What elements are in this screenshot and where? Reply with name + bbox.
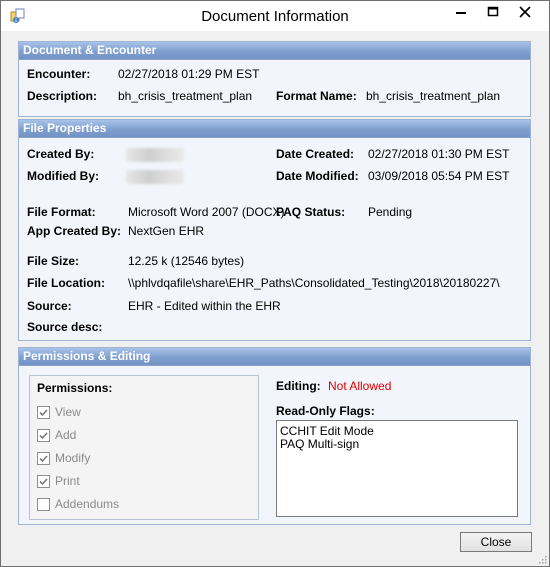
date-created-value: 02/27/2018 01:30 PM EST [368, 147, 510, 161]
description-value: bh_crisis_treatment_plan [118, 89, 253, 103]
file-format-value: Microsoft Word 2007 (DOCX) [128, 205, 285, 219]
editing-label: Editing: [276, 379, 321, 393]
permissions-panel: Permissions: View Add Modify Print Adden… [29, 375, 259, 520]
description-label: Description: [27, 89, 98, 103]
permission-print-label: Print [55, 474, 80, 488]
editing-value: Not Allowed [328, 379, 392, 393]
file-format-label: File Format: [27, 205, 96, 219]
checkbox-box [37, 475, 50, 488]
app-created-by-label: App Created By: [27, 224, 122, 238]
encounter-value: 02/27/2018 01:29 PM EST [118, 67, 260, 81]
file-location-value: \\phlvdqafile\share\EHR_Paths\Consolidat… [128, 276, 500, 290]
close-button[interactable]: Close [460, 532, 532, 552]
list-item[interactable]: CCHIT Edit Mode [280, 424, 374, 438]
source-label: Source: [27, 299, 72, 313]
file-location-label: File Location: [27, 276, 105, 290]
document-information-window: Document Information Document & Encounte… [0, 0, 550, 567]
modified-by-value-redacted [126, 170, 184, 184]
read-only-flags-listbox[interactable]: CCHIT Edit Mode PAQ Multi-sign [276, 420, 518, 517]
app-created-by-value: NextGen EHR [128, 224, 205, 238]
source-desc-label: Source desc: [27, 320, 103, 334]
checkmark-icon [39, 409, 48, 417]
document-encounter-heading: Document & Encounter [19, 42, 530, 60]
date-modified-value: 03/09/2018 05:54 PM EST [368, 169, 510, 183]
checkbox-box [37, 429, 50, 442]
created-by-label: Created By: [27, 147, 95, 161]
minimize-icon [456, 12, 466, 14]
file-properties-heading: File Properties [19, 120, 530, 138]
list-item[interactable]: PAQ Multi-sign [280, 437, 359, 451]
file-size-value: 12.25 k (12546 bytes) [128, 254, 245, 268]
minimize-button[interactable] [445, 1, 477, 23]
permission-add-label: Add [55, 428, 77, 442]
format-name-value: bh_crisis_treatment_plan [366, 89, 501, 103]
permissions-editing-heading: Permissions & Editing [19, 348, 530, 366]
file-properties-group: File Properties Created By: Date Created… [18, 119, 531, 341]
permissions-editing-group: Permissions & Editing Permissions: View … [18, 347, 531, 525]
resize-grip-icon[interactable] [537, 554, 547, 564]
maximize-button[interactable] [477, 1, 509, 23]
checkbox-box [37, 452, 50, 465]
permissions-label: Permissions: [37, 381, 113, 395]
format-name-label: Format Name: [276, 89, 357, 103]
document-encounter-group: Document & Encounter Encounter: 02/27/20… [18, 41, 531, 117]
maximize-icon [487, 6, 499, 17]
date-modified-label: Date Modified: [276, 169, 359, 183]
modified-by-label: Modified By: [27, 169, 99, 183]
title-bar[interactable]: Document Information [1, 1, 549, 31]
close-window-button[interactable] [509, 1, 541, 23]
paq-status-value: Pending [368, 205, 413, 219]
source-value: EHR - Edited within the EHR [128, 299, 281, 313]
permission-modify-label: Modify [55, 451, 91, 465]
checkmark-icon [39, 455, 48, 463]
encounter-label: Encounter: [27, 67, 91, 81]
paq-status-label: PAQ Status: [276, 205, 346, 219]
checkbox-box [37, 498, 50, 511]
close-icon [519, 6, 531, 18]
checkmark-icon [39, 478, 48, 486]
permission-view-label: View [55, 405, 81, 419]
checkmark-icon [39, 432, 48, 440]
created-by-value-redacted [126, 148, 184, 162]
file-size-label: File Size: [27, 254, 80, 268]
permission-addendums-label: Addendums [55, 497, 120, 511]
date-created-label: Date Created: [276, 147, 355, 161]
checkbox-box [37, 406, 50, 419]
read-only-flags-label: Read-Only Flags: [276, 404, 375, 418]
